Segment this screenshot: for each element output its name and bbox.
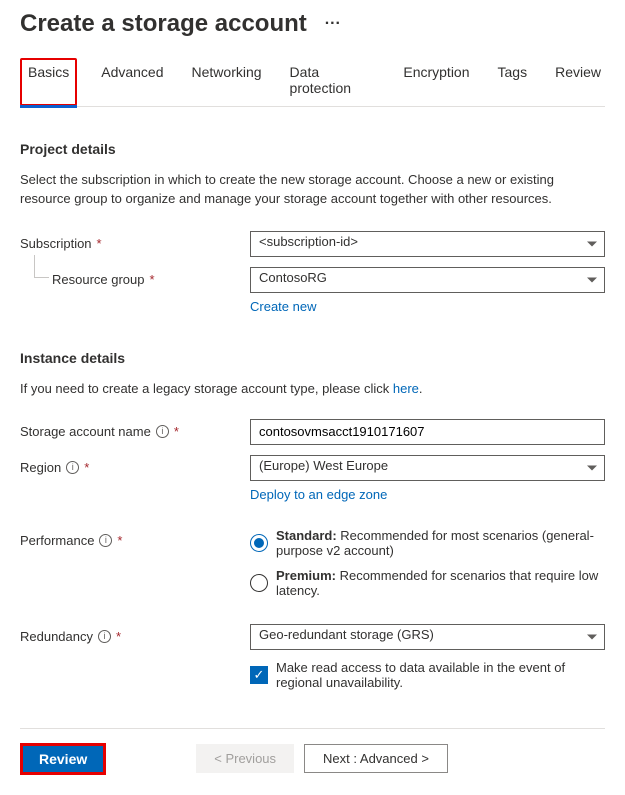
info-icon[interactable]: i <box>66 461 79 474</box>
project-details-heading: Project details <box>20 141 605 157</box>
info-icon[interactable]: i <box>156 425 169 438</box>
create-new-rg-link[interactable]: Create new <box>250 299 316 314</box>
tab-tags[interactable]: Tags <box>494 58 532 106</box>
subscription-label: Subscription <box>20 236 92 251</box>
performance-standard-text: Standard: Recommended for most scenarios… <box>276 528 605 558</box>
info-icon[interactable]: i <box>99 534 112 547</box>
resource-group-select[interactable]: ContosoRG <box>250 267 605 293</box>
storage-account-name-input[interactable] <box>250 419 605 445</box>
more-menu-button[interactable]: ··· <box>319 13 347 35</box>
page-title: Create a storage account <box>20 10 307 38</box>
tab-basics[interactable]: Basics <box>20 58 77 106</box>
performance-standard-radio[interactable] <box>250 534 268 552</box>
required-indicator: * <box>97 236 102 251</box>
legacy-here-link[interactable]: here <box>393 381 419 396</box>
required-indicator: * <box>174 424 179 439</box>
read-access-checkbox[interactable]: ✓ <box>250 666 268 684</box>
instance-details-heading: Instance details <box>20 350 605 366</box>
tabs-bar: Basics Advanced Networking Data protecti… <box>20 56 605 107</box>
tab-encryption[interactable]: Encryption <box>399 58 473 106</box>
previous-button: < Previous <box>196 744 294 773</box>
info-icon[interactable]: i <box>98 630 111 643</box>
subscription-select[interactable]: <subscription-id> <box>250 231 605 257</box>
read-access-label: Make read access to data available in th… <box>276 660 605 690</box>
tab-data-protection[interactable]: Data protection <box>286 58 380 106</box>
redundancy-select[interactable]: Geo-redundant storage (GRS) <box>250 624 605 650</box>
required-indicator: * <box>150 272 155 287</box>
footer: Review < Previous Next : Advanced > <box>20 728 605 775</box>
project-details-description: Select the subscription in which to crea… <box>20 171 605 209</box>
performance-label: Performance <box>20 533 94 548</box>
tab-advanced[interactable]: Advanced <box>97 58 167 106</box>
instance-details-description: If you need to create a legacy storage a… <box>20 380 605 399</box>
tab-networking[interactable]: Networking <box>188 58 266 106</box>
required-indicator: * <box>116 629 121 644</box>
deploy-edge-zone-link[interactable]: Deploy to an edge zone <box>250 487 387 502</box>
next-button[interactable]: Next : Advanced > <box>304 744 448 773</box>
required-indicator: * <box>84 460 89 475</box>
review-button[interactable]: Review <box>20 743 106 775</box>
tab-review[interactable]: Review <box>551 58 605 106</box>
region-select[interactable]: (Europe) West Europe <box>250 455 605 481</box>
performance-premium-text: Premium: Recommended for scenarios that … <box>276 568 605 598</box>
required-indicator: * <box>117 533 122 548</box>
resource-group-label: Resource group <box>52 272 145 287</box>
region-label: Region <box>20 460 61 475</box>
performance-premium-radio[interactable] <box>250 574 268 592</box>
redundancy-label: Redundancy <box>20 629 93 644</box>
storage-account-name-label: Storage account name <box>20 424 151 439</box>
